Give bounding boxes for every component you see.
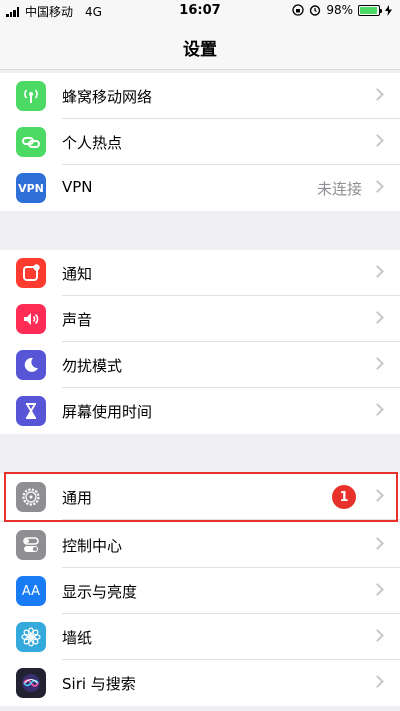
settings-row-hotspot[interactable]: 个人热点 xyxy=(0,119,400,165)
settings-row-do-not-disturb[interactable]: 勿扰模式 xyxy=(0,342,400,388)
chevron-right-icon xyxy=(371,134,384,147)
vpn-icon: VPN xyxy=(16,173,46,203)
battery-icon xyxy=(358,4,382,16)
status-bar: 中国移动 4G 16:07 98% xyxy=(0,0,400,22)
orientation-lock-icon xyxy=(292,4,304,16)
row-label: 控制中心 xyxy=(62,537,123,555)
settings-row-cellular[interactable]: 蜂窝移动网络 xyxy=(0,73,400,119)
row-label: 通用 xyxy=(62,489,93,507)
row-label: VPN xyxy=(62,178,93,196)
chevron-right-icon xyxy=(371,629,384,642)
settings-row-general[interactable]: 通用 1 xyxy=(0,474,400,520)
row-label: 通知 xyxy=(62,265,93,283)
settings-row-display-brightness[interactable]: AA 显示与亮度 xyxy=(0,568,400,614)
chevron-right-icon xyxy=(371,489,384,502)
settings-row-wallpaper[interactable]: 墙纸 xyxy=(0,614,400,660)
antenna-icon xyxy=(16,81,46,111)
row-label: 声音 xyxy=(62,311,93,329)
settings-row-sounds[interactable]: 声音 xyxy=(0,296,400,342)
chain-link-icon xyxy=(16,127,46,157)
moon-icon xyxy=(16,350,46,380)
chevron-right-icon xyxy=(371,180,384,193)
chevron-right-icon xyxy=(371,88,384,101)
page-title: 设置 xyxy=(183,40,217,60)
gear-icon xyxy=(16,482,46,512)
chevron-right-icon xyxy=(371,357,384,370)
row-label: 蜂窝移动网络 xyxy=(62,88,153,106)
chevron-right-icon xyxy=(371,675,384,688)
siri-icon xyxy=(16,668,46,698)
chevron-right-icon xyxy=(371,583,384,596)
status-right: 98% xyxy=(292,3,392,17)
chevron-right-icon xyxy=(371,265,384,278)
divider xyxy=(62,519,400,520)
speaker-icon xyxy=(16,304,46,334)
settings-row-screen-time[interactable]: 屏幕使用时间 xyxy=(0,388,400,434)
navigation-bar: 设置 xyxy=(0,22,400,70)
row-label: 显示与亮度 xyxy=(62,583,138,601)
settings-row-vpn[interactable]: VPN VPN 未连接 xyxy=(0,165,400,211)
toggle-switch-icon xyxy=(16,530,46,560)
settings-row-siri[interactable]: Siri 与搜索 xyxy=(0,660,400,706)
notification-icon xyxy=(16,258,46,288)
settings-row-control-center[interactable]: 控制中心 xyxy=(0,522,400,568)
row-label: 屏幕使用时间 xyxy=(62,403,153,421)
text-size-icon: AA xyxy=(16,576,46,606)
row-label: 勿扰模式 xyxy=(62,357,123,375)
notification-badge: 1 xyxy=(332,485,356,509)
flower-icon xyxy=(16,622,46,652)
settings-row-notifications[interactable]: 通知 xyxy=(0,250,400,296)
charging-icon xyxy=(385,4,392,16)
alarm-icon xyxy=(310,5,321,16)
chevron-right-icon xyxy=(371,311,384,324)
battery-percent: 98% xyxy=(326,3,353,17)
row-label: 墙纸 xyxy=(62,629,93,647)
row-label: 个人热点 xyxy=(62,134,123,152)
chevron-right-icon xyxy=(371,537,384,550)
chevron-right-icon xyxy=(371,403,384,416)
row-label: Siri 与搜索 xyxy=(62,675,136,693)
vpn-status: 未连接 xyxy=(316,180,362,198)
hourglass-icon xyxy=(16,396,46,426)
